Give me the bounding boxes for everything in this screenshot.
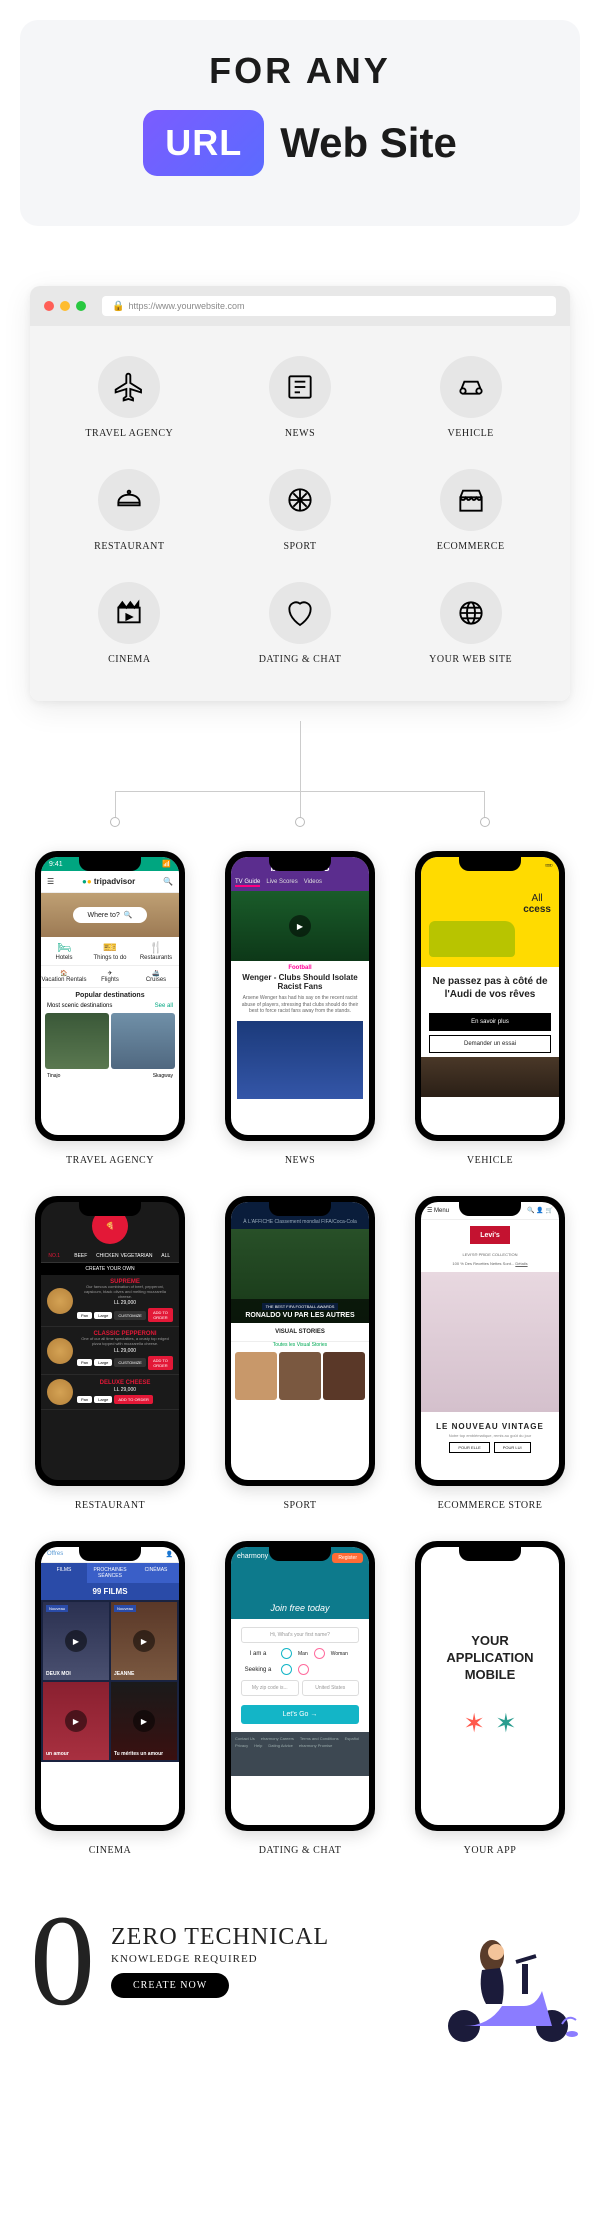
close-icon [44,301,54,311]
plane-icon [98,356,160,418]
audi-logo: ○○○○ [545,863,552,869]
play-icon: ▶ [133,1630,155,1652]
levis-logo: Levi's [470,1226,510,1244]
radio-woman2 [298,1664,309,1675]
minimize-icon [60,301,70,311]
category-travel: TRAVEL AGENCY [54,356,205,439]
radio-man2 [281,1664,292,1675]
play-icon: ▶ [289,915,311,937]
menu-icon: ☰ Menu [427,1207,449,1214]
eharmony-logo: eharmony [237,1553,268,1560]
category-ecommerce: ECOMMERCE [395,469,546,552]
phone-grid: 9:41📶 ☰●● tripadvisor🔍 Where to? 🔍 🛏Hote… [0,851,600,1886]
zero-number: 0 [30,1896,95,2026]
sport-hero-image: THE BEST FIFA FOOTBALL AWARDSRONALDO VU … [231,1229,369,1323]
radio-woman [314,1648,325,1659]
radio-man [281,1648,292,1659]
search-icon: 🔍 [163,877,173,886]
browser-mock: 🔒 https://www.yourwebsite.com TRAVEL AGE… [30,286,570,701]
tree-connector [30,731,570,851]
hero-line1: FOR ANY [40,50,560,92]
hero-card: FOR ANY URL Web Site [20,20,580,226]
category-restaurant: RESTAURANT [54,469,205,552]
news-icon [269,356,331,418]
phone-restaurant: 🍕 NO.1 BEEF CHICKEN VEGETARIAN ALL CREAT… [24,1196,196,1511]
category-vehicle: VEHICLE [395,356,546,439]
category-sport: SPORT [225,469,376,552]
learn-more-button: En savoir plus [429,1013,551,1031]
phone-cinema: OffresUGC👤 FILMSPROCHAINES SÉANCESCINÉMA… [24,1541,196,1856]
zero-title: ZERO TECHNICAL [111,1924,329,1951]
signal-icon: 📶 [162,860,171,868]
zero-section: 0 ZERO TECHNICAL KNOWLEDGE REQUIRED CREA… [0,1886,600,2056]
browser-bar: 🔒 https://www.yourwebsite.com [30,286,570,326]
request-trial-button: Demander un essai [429,1035,551,1053]
hero-line2: Web Site [280,119,457,167]
phone-dating: eharmony Register Join free today Hi, Wh… [214,1541,386,1856]
phone-yourapp: YOUR APPLICATION MOBILE ✶ ✶ YOUR APP [404,1541,576,1856]
zero-subtitle: KNOWLEDGE REQUIRED [111,1953,329,1965]
category-dating: DATING & CHAT [225,582,376,665]
phone-news: beIN SPORTS TV GuideLive ScoresVideos ▶ … [214,851,386,1166]
play-icon: ▶ [133,1710,155,1732]
letsgo-button: Let's Go → [241,1705,359,1724]
play-icon: ▶ [65,1710,87,1732]
scooter-illustration [434,1916,584,2046]
url-badge: URL [143,110,264,176]
tripadvisor-logo: ●● tripadvisor [82,877,135,886]
ball-icon [269,469,331,531]
where-input: Where to? 🔍 [73,907,146,923]
address-bar: 🔒 https://www.yourwebsite.com [102,296,556,316]
create-now-button[interactable]: CREATE NOW [111,1973,229,1998]
category-yoursite: YOUR WEB SITE [395,582,546,665]
category-grid: TRAVEL AGENCY NEWS VEHICLE RESTAURANT SP… [30,326,570,701]
dating-footer: Contact Useharmony Careers Terms and Con… [231,1732,369,1776]
phone-travel: 9:41📶 ☰●● tripadvisor🔍 Where to? 🔍 🛏Hote… [24,851,196,1166]
globe-icon [440,582,502,644]
menu-icon: ☰ [47,877,54,886]
heart-icon [269,582,331,644]
category-news: NEWS [225,356,376,439]
star-icon: ✶ [463,1708,485,1739]
phone-vehicle: ○○○○ AllAll Accessccess Ne passez pas à … [404,851,576,1166]
category-cinema: CINEMA [54,582,205,665]
phone-ecommerce: ☰ Menu🔍 👤 🛒 Levi's LEVI'S® PRIDE COLLECT… [404,1196,576,1511]
register-button: Register [332,1553,363,1563]
play-icon: ▶ [65,1630,87,1652]
car-icon [440,356,502,418]
vehicle-footer-image [421,1057,559,1097]
ecom-hero-image [421,1272,559,1412]
url-text: https://www.yourwebsite.com [128,301,244,311]
store-icon [440,469,502,531]
cinema-icon [98,582,160,644]
yourapp-text: YOUR APPLICATION MOBILE [446,1633,533,1684]
star-icon: ✶ [495,1708,517,1739]
allaccess-logo: AllAll Accessccess [523,893,551,915]
user-icon: 👤 [166,1551,173,1558]
lock-icon: 🔒 [112,301,124,312]
cart-icon: 🔍 👤 🛒 [527,1207,553,1214]
restaurant-icon [98,469,160,531]
phone-sport: FIFA.com À L'AFFICHE Classement mondial … [214,1196,386,1511]
car-image [429,921,515,957]
news-hero-image: ▶ [231,891,369,961]
firstname-input: Hi, What's your first name? [241,1627,359,1643]
news-image-2 [237,1021,363,1099]
maximize-icon [76,301,86,311]
